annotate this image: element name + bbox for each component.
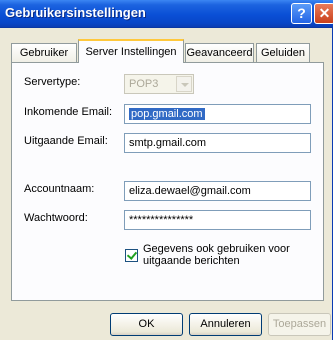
password-label: Wachtwoord: (24, 212, 88, 224)
servertype-select[interactable]: POP3 (124, 74, 194, 94)
incoming-email-value: pop.gmail.com (129, 108, 205, 120)
servertype-value: POP3 (129, 78, 159, 90)
help-button[interactable]: ? (291, 3, 312, 24)
server-settings-panel: Servertype: POP3 Inkomende Email: pop.gm… (11, 62, 324, 301)
use-for-outgoing-label-line1: Gegevens ook gebruiken voor (143, 243, 290, 255)
chevron-down-icon[interactable] (176, 76, 192, 92)
window-title: Gebruikersinstellingen (5, 5, 146, 20)
close-button[interactable]: ✕ (314, 3, 333, 24)
servertype-label: Servertype: (24, 76, 81, 88)
use-for-outgoing-label-line2: uitgaande berichten (143, 255, 240, 267)
tab-server-instellingen[interactable]: Server Instellingen (78, 39, 184, 63)
apply-button[interactable]: Toepassen (268, 313, 331, 336)
account-name-field[interactable]: eliza.dewael@gmail.com (124, 181, 311, 201)
use-for-outgoing-checkbox[interactable] (125, 249, 138, 262)
password-field[interactable]: *************** (124, 210, 311, 230)
ok-button[interactable]: OK (110, 313, 183, 336)
outgoing-email-label: Uitgaande Email: (24, 135, 108, 147)
settings-dialog: Gebruikersinstellingen ? ✕ Gebruiker Ser… (0, 0, 333, 340)
tab-geavanceerd[interactable]: Geavanceerd (185, 43, 254, 62)
incoming-email-label: Inkomende Email: (24, 106, 113, 118)
tab-gebruiker[interactable]: Gebruiker (11, 43, 77, 62)
title-bar[interactable]: Gebruikersinstellingen ? ✕ (0, 0, 333, 28)
incoming-email-field[interactable]: pop.gmail.com (124, 104, 311, 124)
tab-geluiden[interactable]: Geluiden (256, 43, 310, 62)
outgoing-email-field[interactable]: smtp.gmail.com (124, 133, 311, 153)
cancel-button[interactable]: Annuleren (189, 313, 262, 336)
account-name-label: Accountnaam: (24, 183, 95, 195)
